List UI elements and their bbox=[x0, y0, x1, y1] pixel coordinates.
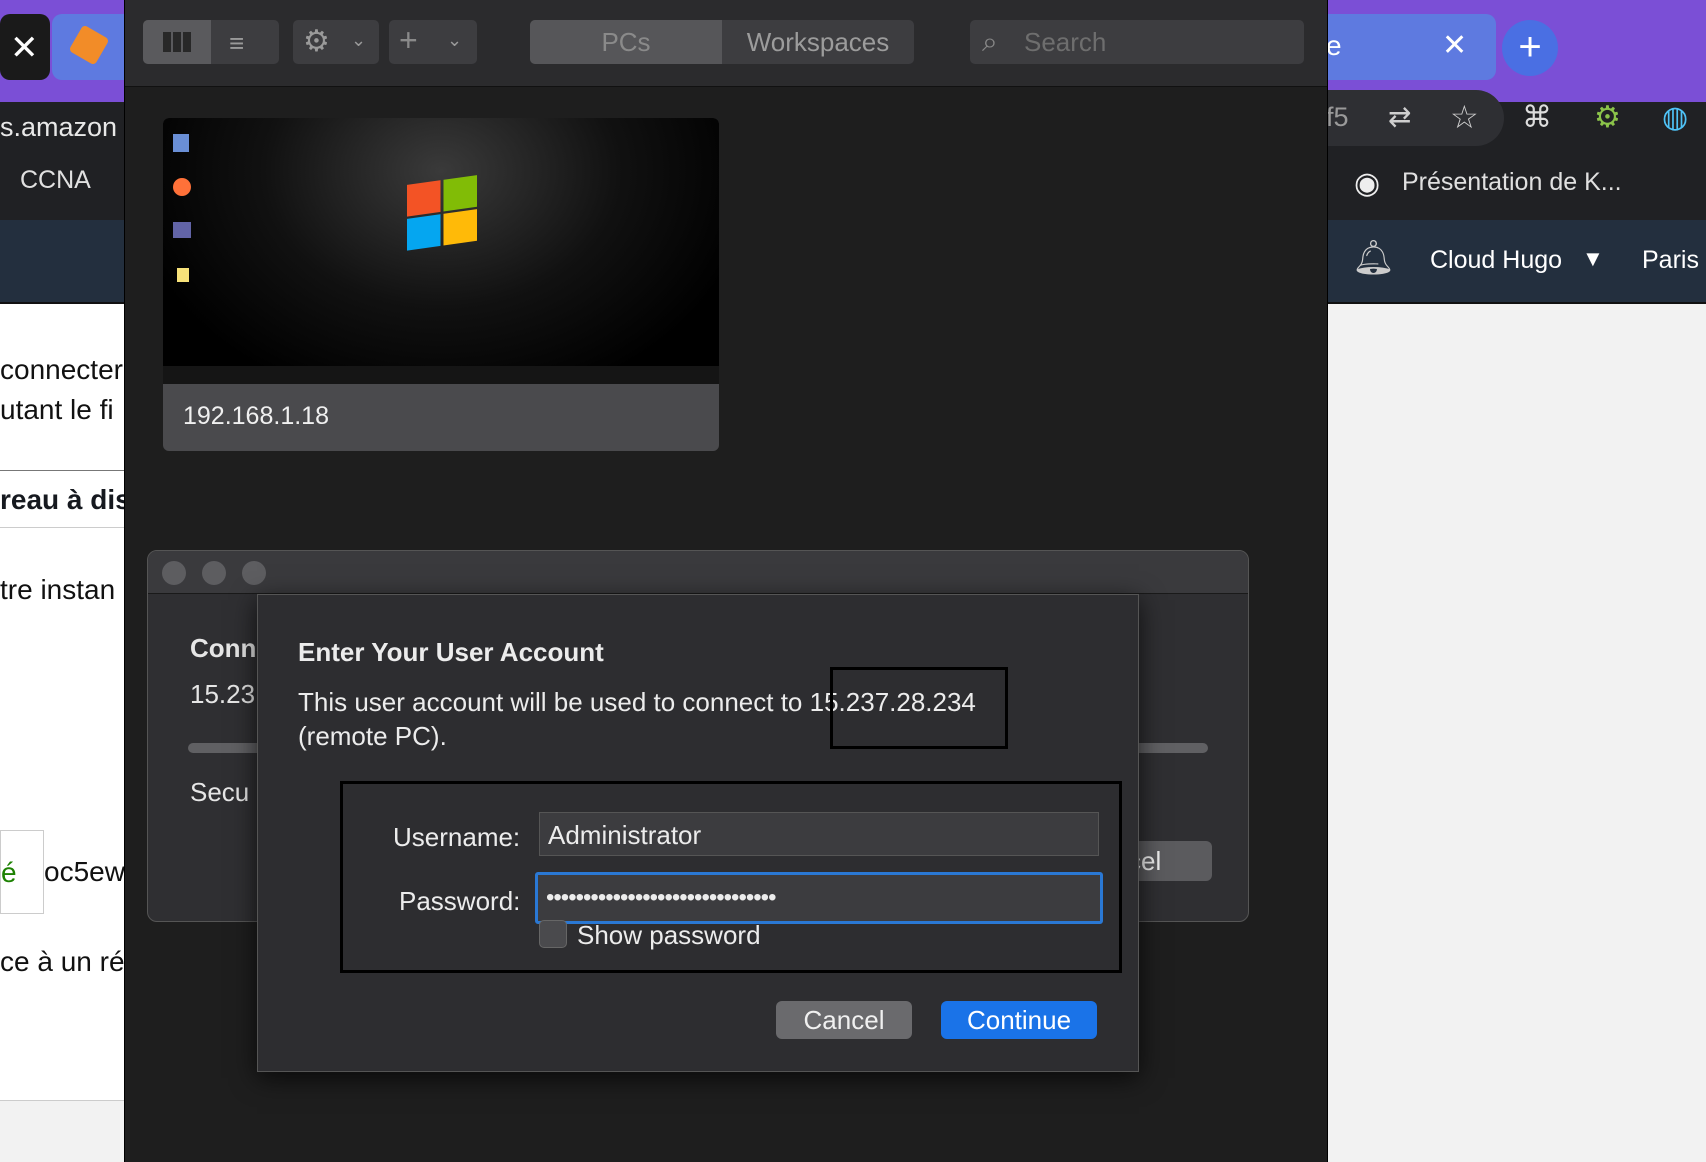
connecting-ip: 15.23 bbox=[190, 679, 256, 709]
globe-icon[interactable]: ◍ bbox=[1662, 100, 1688, 135]
extension-icon[interactable]: ⚙ bbox=[1594, 100, 1621, 135]
plus-icon: + bbox=[399, 22, 418, 58]
background-browser-left: ✕ s.amazon CCNA connecter utant le fi re… bbox=[0, 0, 126, 1162]
search-icon: ⌕ bbox=[982, 26, 998, 57]
section-heading: reau à dis bbox=[0, 484, 126, 515]
page-text-line: ce à un rép bbox=[0, 946, 126, 977]
close-window-button[interactable] bbox=[162, 561, 186, 585]
tab-pcs[interactable]: PCs bbox=[530, 20, 722, 64]
search-field[interactable]: ⌕ Search bbox=[970, 20, 1304, 64]
password-field[interactable]: ••••••••••••••••••••••••••••••• bbox=[535, 872, 1103, 924]
address-bar[interactable]: f5 ⇄ ☆ bbox=[1326, 90, 1504, 146]
connecting-title: Conn bbox=[190, 633, 257, 663]
bookmark-item[interactable]: Présentation de K... bbox=[1402, 168, 1622, 197]
browser-tab[interactable]: ✕ bbox=[0, 14, 50, 80]
view-toggle: ≡ bbox=[143, 20, 279, 64]
aws-console-header: 🔔︎ Cloud Hugo ▼ Paris bbox=[1326, 220, 1706, 304]
bell-icon[interactable]: 🔔︎ bbox=[1352, 238, 1395, 278]
pc-name: 192.168.1.18 bbox=[183, 402, 329, 430]
file-icon bbox=[177, 268, 189, 282]
username-label: Username: bbox=[393, 822, 521, 852]
bookmark-ccna[interactable]: CCNA bbox=[20, 166, 91, 195]
username-field[interactable]: Administrator bbox=[539, 812, 1099, 856]
sheet-message-suffix: (remote PC). bbox=[298, 721, 447, 751]
virtualbox-icon bbox=[173, 134, 189, 152]
address-text: s.amazon bbox=[0, 112, 118, 142]
security-text: Secu bbox=[190, 777, 250, 807]
grid-view-button[interactable] bbox=[143, 20, 211, 64]
minimize-window-button[interactable] bbox=[202, 561, 226, 585]
teams-icon bbox=[173, 222, 191, 238]
page-text-line: connecter bbox=[0, 354, 123, 385]
add-menu-button[interactable]: + ⌄ bbox=[389, 20, 477, 64]
divider bbox=[0, 527, 126, 528]
region-menu[interactable]: Paris bbox=[1642, 246, 1699, 275]
chevron-down-icon: ⌄ bbox=[351, 30, 367, 50]
close-icon[interactable]: ✕ bbox=[1442, 28, 1467, 63]
window-titlebar bbox=[148, 551, 1248, 594]
windows-logo-icon bbox=[407, 175, 477, 251]
page-text-line: tre instan bbox=[0, 574, 116, 605]
account-menu[interactable]: Cloud Hugo bbox=[1430, 246, 1562, 275]
zoom-window-button[interactable] bbox=[242, 561, 266, 585]
credentials-form-highlight: Username: Administrator Password: ••••••… bbox=[340, 781, 1122, 973]
list-view-button[interactable]: ≡ bbox=[211, 20, 279, 64]
settings-menu-button[interactable]: ⚙ ⌄ bbox=[293, 20, 379, 64]
gear-icon: ⚙ bbox=[303, 25, 330, 58]
cancel-button[interactable]: Cancel bbox=[776, 1001, 912, 1039]
toast-text: é bbox=[1, 857, 17, 888]
sheet-message-text: This user account will be used to connec… bbox=[298, 687, 803, 717]
aws-cube-icon bbox=[68, 24, 110, 66]
page-text-line: utant le fi bbox=[0, 394, 114, 425]
bookmarks-bar: CCNA bbox=[0, 160, 126, 220]
remote-desktop-app-window: ≡ ⚙ ⌄ + ⌄ PCs Workspaces ⌕ Search 192.16… bbox=[124, 0, 1328, 1162]
grid-icon bbox=[163, 32, 191, 52]
tab-workspaces[interactable]: Workspaces bbox=[722, 20, 914, 64]
extension-icon[interactable]: ⌘ bbox=[1522, 100, 1552, 135]
new-tab-button[interactable]: + bbox=[1502, 20, 1558, 76]
address-text: f5 bbox=[1326, 102, 1349, 132]
tab-title: e bbox=[1326, 30, 1342, 61]
sheet-title: Enter Your User Account bbox=[298, 637, 604, 667]
divider bbox=[0, 470, 126, 471]
cancel-connection-button[interactable]: cel bbox=[1128, 841, 1212, 881]
pc-tile[interactable]: 192.168.1.18 bbox=[163, 118, 719, 451]
browser-tab-aws[interactable] bbox=[52, 14, 126, 80]
firefox-icon bbox=[173, 178, 191, 196]
close-icon[interactable]: ✕ bbox=[10, 28, 39, 68]
dropdown-triangle-icon: ▼ bbox=[1582, 246, 1604, 271]
password-label: Password: bbox=[399, 886, 521, 916]
pc-thumbnail bbox=[163, 118, 719, 384]
page-text-line: oc5ew bbox=[44, 856, 125, 887]
user-account-sheet: Enter Your User Account This user accoun… bbox=[257, 594, 1139, 1072]
list-icon: ≡ bbox=[229, 28, 245, 58]
translate-icon[interactable]: ⇄ bbox=[1388, 100, 1411, 133]
show-password-checkbox[interactable] bbox=[539, 920, 567, 948]
taskbar bbox=[163, 366, 719, 384]
star-icon[interactable]: ☆ bbox=[1450, 98, 1479, 136]
chevron-down-icon: ⌄ bbox=[447, 30, 463, 50]
app-toolbar: ≡ ⚙ ⌄ + ⌄ PCs Workspaces ⌕ Search bbox=[125, 0, 1327, 87]
globe-icon: ◉ bbox=[1354, 167, 1381, 200]
ip-highlight-box bbox=[830, 667, 1008, 749]
search-placeholder: Search bbox=[1024, 27, 1107, 57]
status-toast: é bbox=[0, 830, 44, 914]
continue-button[interactable]: Continue bbox=[941, 1001, 1097, 1039]
browser-tab[interactable]: e ✕ bbox=[1326, 14, 1496, 80]
aws-console-header bbox=[0, 220, 126, 304]
background-browser-right: e ✕ + f5 ⇄ ☆ ⌘ ⚙ ◍ ◉ Présentation de K..… bbox=[1326, 0, 1706, 1162]
bookmarks-bar: ◉ Présentation de K... bbox=[1326, 160, 1706, 220]
page-footer bbox=[0, 1100, 126, 1162]
show-password-label[interactable]: Show password bbox=[577, 920, 761, 951]
pcs-workspaces-segmented-control: PCs Workspaces bbox=[530, 20, 914, 64]
